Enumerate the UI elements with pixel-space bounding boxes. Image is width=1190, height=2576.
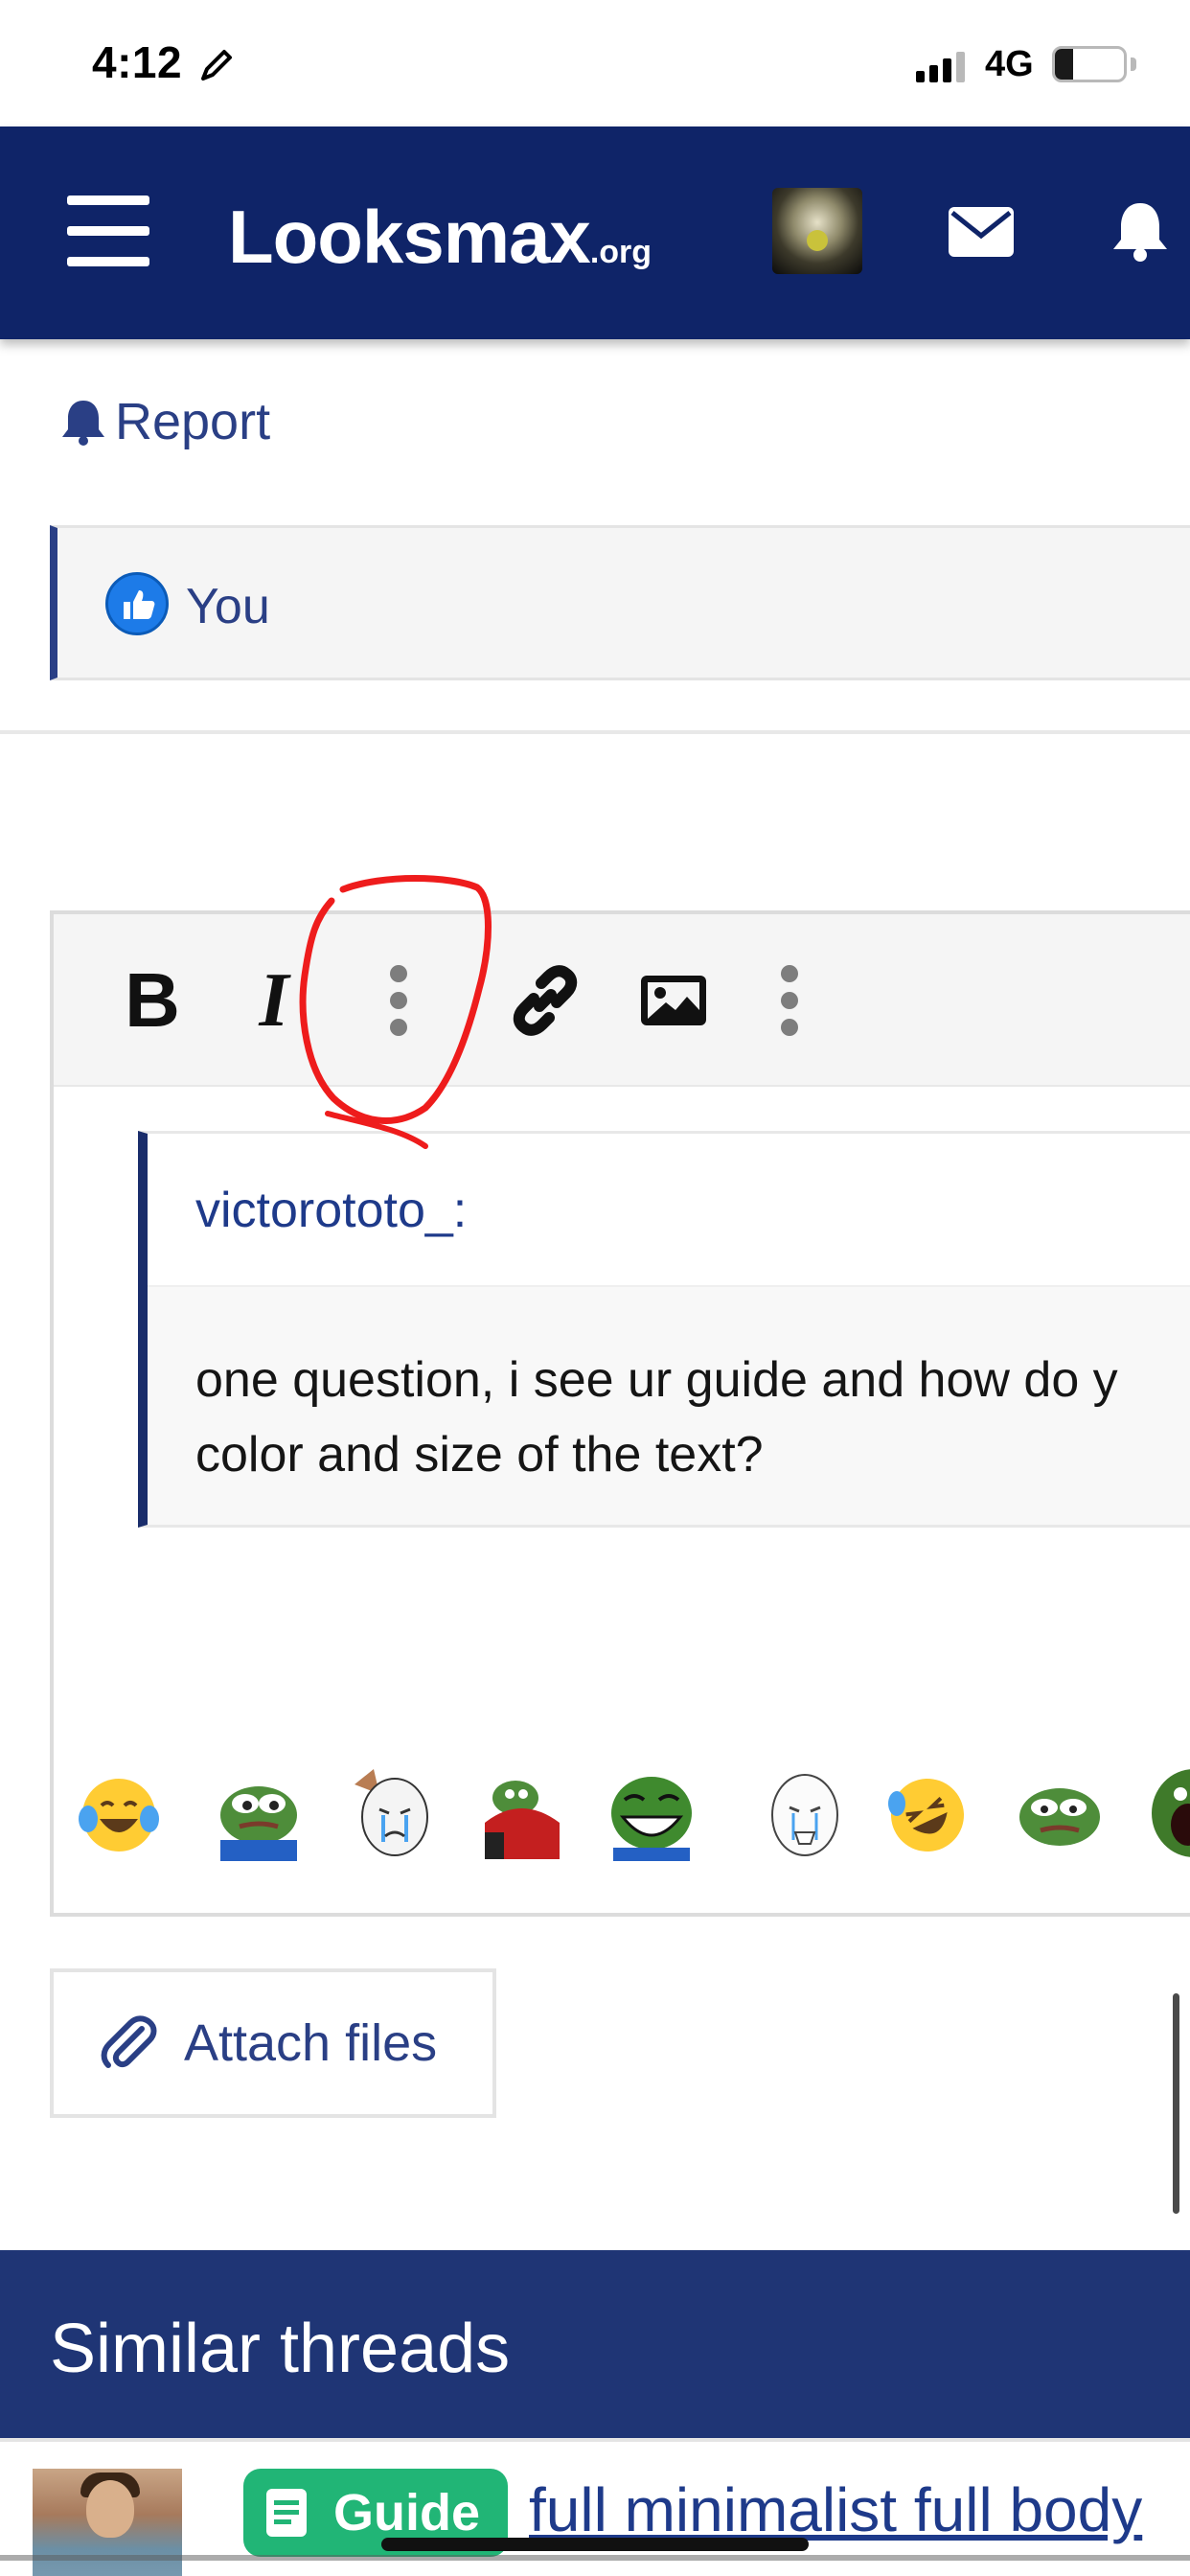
mail-icon[interactable] — [949, 207, 1014, 257]
paperclip-icon — [101, 2015, 157, 2068]
section-divider — [0, 730, 1190, 734]
bell-icon[interactable] — [1111, 199, 1169, 263]
reaction-users[interactable]: You — [186, 578, 270, 635]
battery-level: 27 — [1074, 50, 1105, 80]
emoji-bar — [54, 1765, 1190, 1871]
crying-wojak-icon[interactable] — [761, 1765, 849, 1861]
screaming-pepe-icon[interactable] — [1146, 1765, 1190, 1861]
attach-files-button[interactable]: Attach files — [50, 1968, 496, 2118]
logo-suffix: .org — [589, 234, 652, 270]
bell-icon — [62, 401, 104, 446]
insert-link-button[interactable] — [504, 962, 586, 1039]
sad-pepe-icon[interactable] — [215, 1765, 303, 1861]
more-vertical-icon — [389, 960, 408, 1041]
horizontal-scroll-track — [0, 2555, 1190, 2561]
reactions-bar[interactable]: You — [50, 525, 1190, 680]
joy-emoji-icon[interactable] — [75, 1765, 163, 1861]
attach-files-label: Attach files — [184, 2014, 438, 2072]
menu-icon[interactable] — [67, 196, 149, 268]
quote-line: color and size of the text? — [195, 1427, 764, 1483]
report-label: Report — [115, 393, 271, 450]
image-icon — [641, 976, 706, 1025]
page-scrollbar[interactable] — [1173, 1993, 1179, 2214]
reply-editor[interactable]: B I victorototo_: one question, i see ur… — [50, 910, 1190, 1917]
editor-toolbar: B I — [54, 914, 1190, 1087]
user-avatar[interactable] — [772, 188, 862, 274]
guide-badge-label: Guide — [333, 2484, 481, 2542]
quote-text: one question, i see ur guide and how do … — [195, 1343, 1190, 1492]
crying-wojak-icon[interactable] — [345, 1765, 433, 1861]
more-vertical-icon — [780, 960, 799, 1041]
laughing-pepe-icon[interactable] — [607, 1765, 696, 1861]
signal-icon — [916, 52, 965, 82]
status-bar: 4:12 4G 27 — [0, 0, 1190, 126]
bold-button[interactable]: B — [119, 957, 186, 1043]
link-icon — [513, 965, 578, 1036]
site-navbar: Looksmax.org — [0, 126, 1190, 339]
quote-author-bar: victorototo_: — [148, 1134, 1190, 1287]
report-link[interactable]: Report — [59, 393, 270, 450]
network-type: 4G — [985, 44, 1034, 84]
like-reaction-icon — [105, 572, 169, 635]
more-text-options-button[interactable] — [379, 962, 418, 1039]
sad-pepe-icon[interactable] — [1016, 1765, 1104, 1861]
status-time: 4:12 — [92, 37, 183, 87]
logo-text: Looksmax — [228, 195, 591, 279]
home-indicator[interactable] — [381, 2538, 809, 2551]
battery-icon: 27 — [1052, 46, 1127, 82]
book-icon — [266, 2489, 307, 2537]
similar-threads-header: Similar threads — [0, 2250, 1190, 2438]
italic-button[interactable]: I — [245, 958, 303, 1043]
quote-line: one question, i see ur guide and how do … — [195, 1352, 1118, 1408]
battery-tip — [1131, 58, 1136, 71]
more-options-button[interactable] — [770, 962, 809, 1039]
rofl-emoji-icon[interactable] — [883, 1765, 972, 1861]
pepe-blanket-icon[interactable] — [477, 1765, 565, 1861]
quote-author[interactable]: victorototo_: — [195, 1182, 467, 1239]
insert-image-button[interactable] — [632, 962, 715, 1039]
similar-threads-title: Similar threads — [50, 2311, 511, 2387]
quoted-message: victorototo_: one question, i see ur gui… — [138, 1131, 1190, 1528]
site-logo[interactable]: Looksmax.org — [228, 194, 652, 281]
pencil-icon — [201, 50, 232, 80]
thread-title-link[interactable]: full minimalist full body — [529, 2474, 1142, 2545]
